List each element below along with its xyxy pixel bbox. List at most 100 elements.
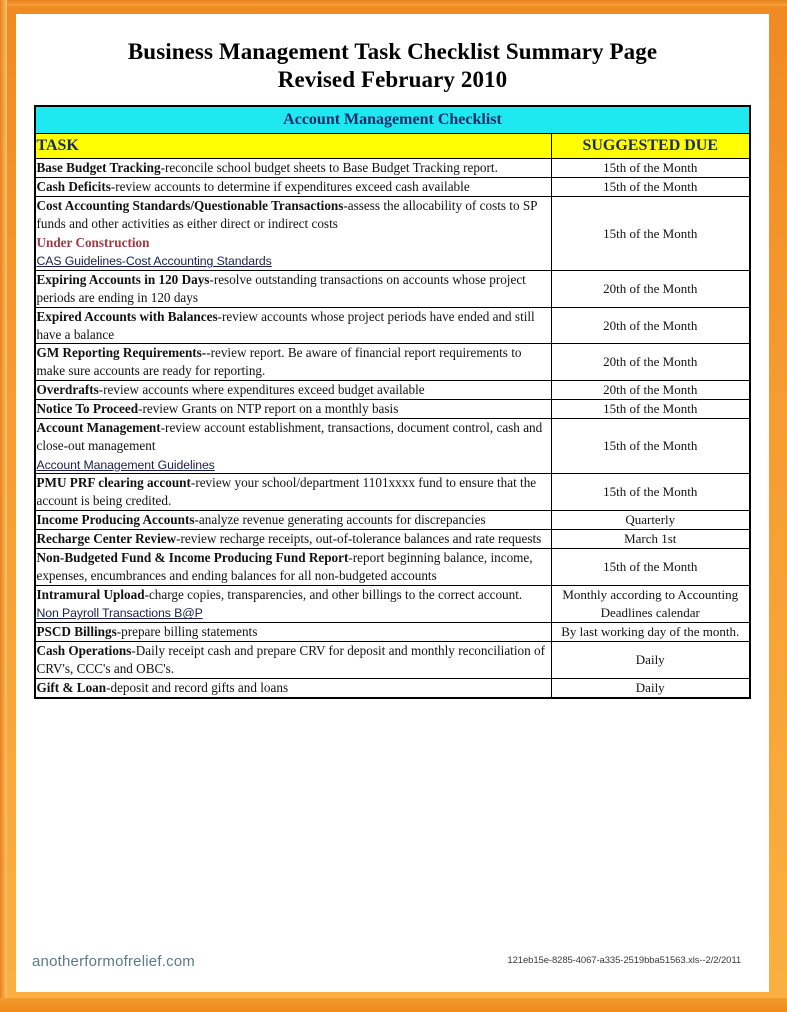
task-link-row: Non Payroll Transactions B@P bbox=[36, 603, 551, 622]
document-id-stamp: 121eb15e-8285-4067-a335-2519bba51563.xls… bbox=[507, 955, 741, 966]
task-cell: PMU PRF clearing account-review your sch… bbox=[34, 473, 552, 512]
suggested-due-cell: 20th of the Month bbox=[550, 380, 751, 401]
task-title: Recharge Center Review bbox=[36, 531, 177, 547]
table-row: PMU PRF clearing account-review your sch… bbox=[34, 473, 751, 512]
task-description: -deposit and record gifts and loans bbox=[106, 679, 289, 695]
table-band-title-row: Account Management Checklist bbox=[34, 105, 751, 135]
table-row: Account Management-review account establ… bbox=[34, 417, 751, 475]
page-footer: anotherformofrelief.com 121eb15e-8285-40… bbox=[16, 932, 769, 992]
task-description: -review accounts to determine if expendi… bbox=[110, 179, 470, 195]
task-hyperlink[interactable]: CAS Guidelines-Cost Accounting Standards bbox=[36, 253, 271, 270]
suggested-due-cell: 15th of the Month bbox=[550, 473, 751, 512]
page-title-line-1: Business Management Task Checklist Summa… bbox=[127, 39, 658, 64]
table-band-title: Account Management Checklist bbox=[34, 105, 751, 135]
suggested-due-cell: 15th of the Month bbox=[550, 399, 751, 419]
suggested-due-cell: Quarterly bbox=[550, 510, 751, 530]
task-title: Cash Operations bbox=[36, 643, 132, 659]
task-cell: Expiring Accounts in 120 Days-resolve ou… bbox=[34, 270, 552, 308]
task-title: GM Reporting Requirements- bbox=[36, 345, 207, 361]
suggested-due-cell: 20th of the Month bbox=[550, 270, 751, 308]
table-header-row: TASK SUGGESTED DUE bbox=[34, 133, 751, 160]
task-title: Non-Budgeted Fund & Income Producing Fun… bbox=[36, 549, 349, 565]
task-link-row: CAS Guidelines-Cost Accounting Standards bbox=[36, 251, 551, 270]
table-row: Cost Accounting Standards/Questionable T… bbox=[34, 195, 751, 272]
task-title: Base Budget Tracking bbox=[36, 160, 161, 176]
page-orange-frame: Business Management Task Checklist Summa… bbox=[0, 0, 787, 1012]
task-cell: Overdrafts-review accounts where expendi… bbox=[34, 380, 552, 401]
frame-left-edge bbox=[0, 0, 7, 1012]
task-description: -prepare billing statements bbox=[116, 624, 258, 640]
task-title: Expired Accounts with Balances bbox=[36, 308, 218, 324]
frame-top-edge bbox=[0, 0, 787, 6]
task-hyperlink[interactable]: Account Management Guidelines bbox=[36, 457, 214, 474]
table-row: Cash Deficits-review accounts to determi… bbox=[34, 177, 751, 197]
table-row: Cash Operations-Daily receipt cash and p… bbox=[34, 641, 751, 679]
task-description: -review recharge receipts, out-of-tolera… bbox=[176, 531, 542, 547]
table-row: Gift & Loan-deposit and record gifts and… bbox=[34, 677, 751, 699]
table-row: Expired Accounts with Balances-review ac… bbox=[34, 306, 751, 345]
column-header-task: TASK bbox=[34, 133, 552, 160]
task-title: PSCD Billings bbox=[36, 624, 117, 640]
table-row: Base Budget Tracking-reconcile school bu… bbox=[34, 158, 751, 179]
task-title: Cost Accounting Standards/Questionable T… bbox=[36, 197, 344, 213]
task-description: -reconcile school budget sheets to Base … bbox=[160, 160, 498, 176]
suggested-due-cell: March 1st bbox=[550, 528, 751, 549]
frame-bottom-edge bbox=[0, 998, 787, 1012]
task-title: Gift & Loan bbox=[36, 679, 107, 695]
table-row: Income Producing Accounts-analyze revenu… bbox=[34, 510, 751, 530]
suggested-due-cell: Daily bbox=[550, 677, 751, 699]
task-title: Expiring Accounts in 120 Days bbox=[36, 272, 210, 288]
task-cell: Notice To Proceed-review Grants on NTP r… bbox=[34, 399, 552, 419]
task-title: PMU PRF clearing account bbox=[36, 475, 191, 491]
suggested-due-cell: 15th of the Month bbox=[550, 195, 751, 272]
table-row: Non-Budgeted Fund & Income Producing Fun… bbox=[34, 547, 751, 586]
task-cell: Income Producing Accounts-analyze revenu… bbox=[34, 510, 552, 530]
task-hyperlink[interactable]: Non Payroll Transactions B@P bbox=[36, 605, 202, 622]
table-row: PSCD Billings-prepare billing statements… bbox=[34, 622, 751, 643]
task-cell: Base Budget Tracking-reconcile school bu… bbox=[34, 158, 552, 179]
table-row: Recharge Center Review-review recharge r… bbox=[34, 528, 751, 549]
task-link-row: Account Management Guidelines bbox=[36, 455, 551, 474]
task-cell: Intramural Upload-charge copies, transpa… bbox=[34, 584, 552, 624]
task-title: Account Management bbox=[36, 419, 161, 435]
suggested-due-cell: By last working day of the month. bbox=[550, 622, 751, 643]
task-cell: PSCD Billings-prepare billing statements bbox=[34, 622, 552, 643]
table-row: Notice To Proceed-review Grants on NTP r… bbox=[34, 399, 751, 419]
task-cell: GM Reporting Requirements--review report… bbox=[34, 343, 552, 382]
suggested-due-cell: 15th of the Month bbox=[550, 158, 751, 179]
site-watermark: anotherformofrelief.com bbox=[32, 953, 196, 970]
task-cell: Non-Budgeted Fund & Income Producing Fun… bbox=[34, 547, 552, 586]
task-title: Notice To Proceed bbox=[36, 401, 139, 417]
account-management-checklist-table: Account Management Checklist TASK SUGGES… bbox=[34, 105, 751, 699]
suggested-due-cell: 15th of the Month bbox=[550, 177, 751, 197]
task-description: -review accounts where expenditures exce… bbox=[98, 382, 425, 398]
table-row: Intramural Upload-charge copies, transpa… bbox=[34, 584, 751, 624]
under-construction-notice: Under Construction bbox=[36, 234, 150, 250]
task-cell: Cost Accounting Standards/Questionable T… bbox=[34, 195, 552, 272]
page-title-line-2: Revised February 2010 bbox=[277, 67, 508, 93]
task-cell: Recharge Center Review-review recharge r… bbox=[34, 528, 552, 549]
task-description: -analyze revenue generating accounts for… bbox=[194, 512, 486, 528]
task-title: Income Producing Accounts bbox=[36, 512, 195, 528]
task-cell: Gift & Loan-deposit and record gifts and… bbox=[34, 677, 552, 699]
task-title: Cash Deficits bbox=[36, 179, 111, 195]
task-cell: Cash Deficits-review accounts to determi… bbox=[34, 177, 552, 197]
task-cell: Cash Operations-Daily receipt cash and p… bbox=[34, 641, 552, 679]
suggested-due-cell: 15th of the Month bbox=[550, 417, 751, 475]
table-row: Expiring Accounts in 120 Days-resolve ou… bbox=[34, 270, 751, 308]
table-row: GM Reporting Requirements--review report… bbox=[34, 343, 751, 382]
task-title: Intramural Upload bbox=[36, 586, 145, 602]
document-page: Business Management Task Checklist Summa… bbox=[16, 14, 769, 992]
page-title: Business Management Task Checklist Summa… bbox=[16, 14, 769, 94]
task-description: -review Grants on NTP report on a monthl… bbox=[138, 401, 399, 417]
suggested-due-cell: Monthly according to Accounting Deadline… bbox=[550, 584, 751, 624]
task-description: -charge copies, transparencies, and othe… bbox=[144, 586, 523, 602]
suggested-due-cell: Daily bbox=[550, 641, 751, 679]
task-title: Overdrafts bbox=[36, 382, 99, 398]
column-header-suggested-due: SUGGESTED DUE bbox=[550, 133, 751, 160]
task-cell: Account Management-review account establ… bbox=[34, 417, 552, 475]
suggested-due-cell: 20th of the Month bbox=[550, 343, 751, 382]
table-row: Overdrafts-review accounts where expendi… bbox=[34, 380, 751, 401]
task-cell: Expired Accounts with Balances-review ac… bbox=[34, 306, 552, 345]
suggested-due-cell: 20th of the Month bbox=[550, 306, 751, 345]
